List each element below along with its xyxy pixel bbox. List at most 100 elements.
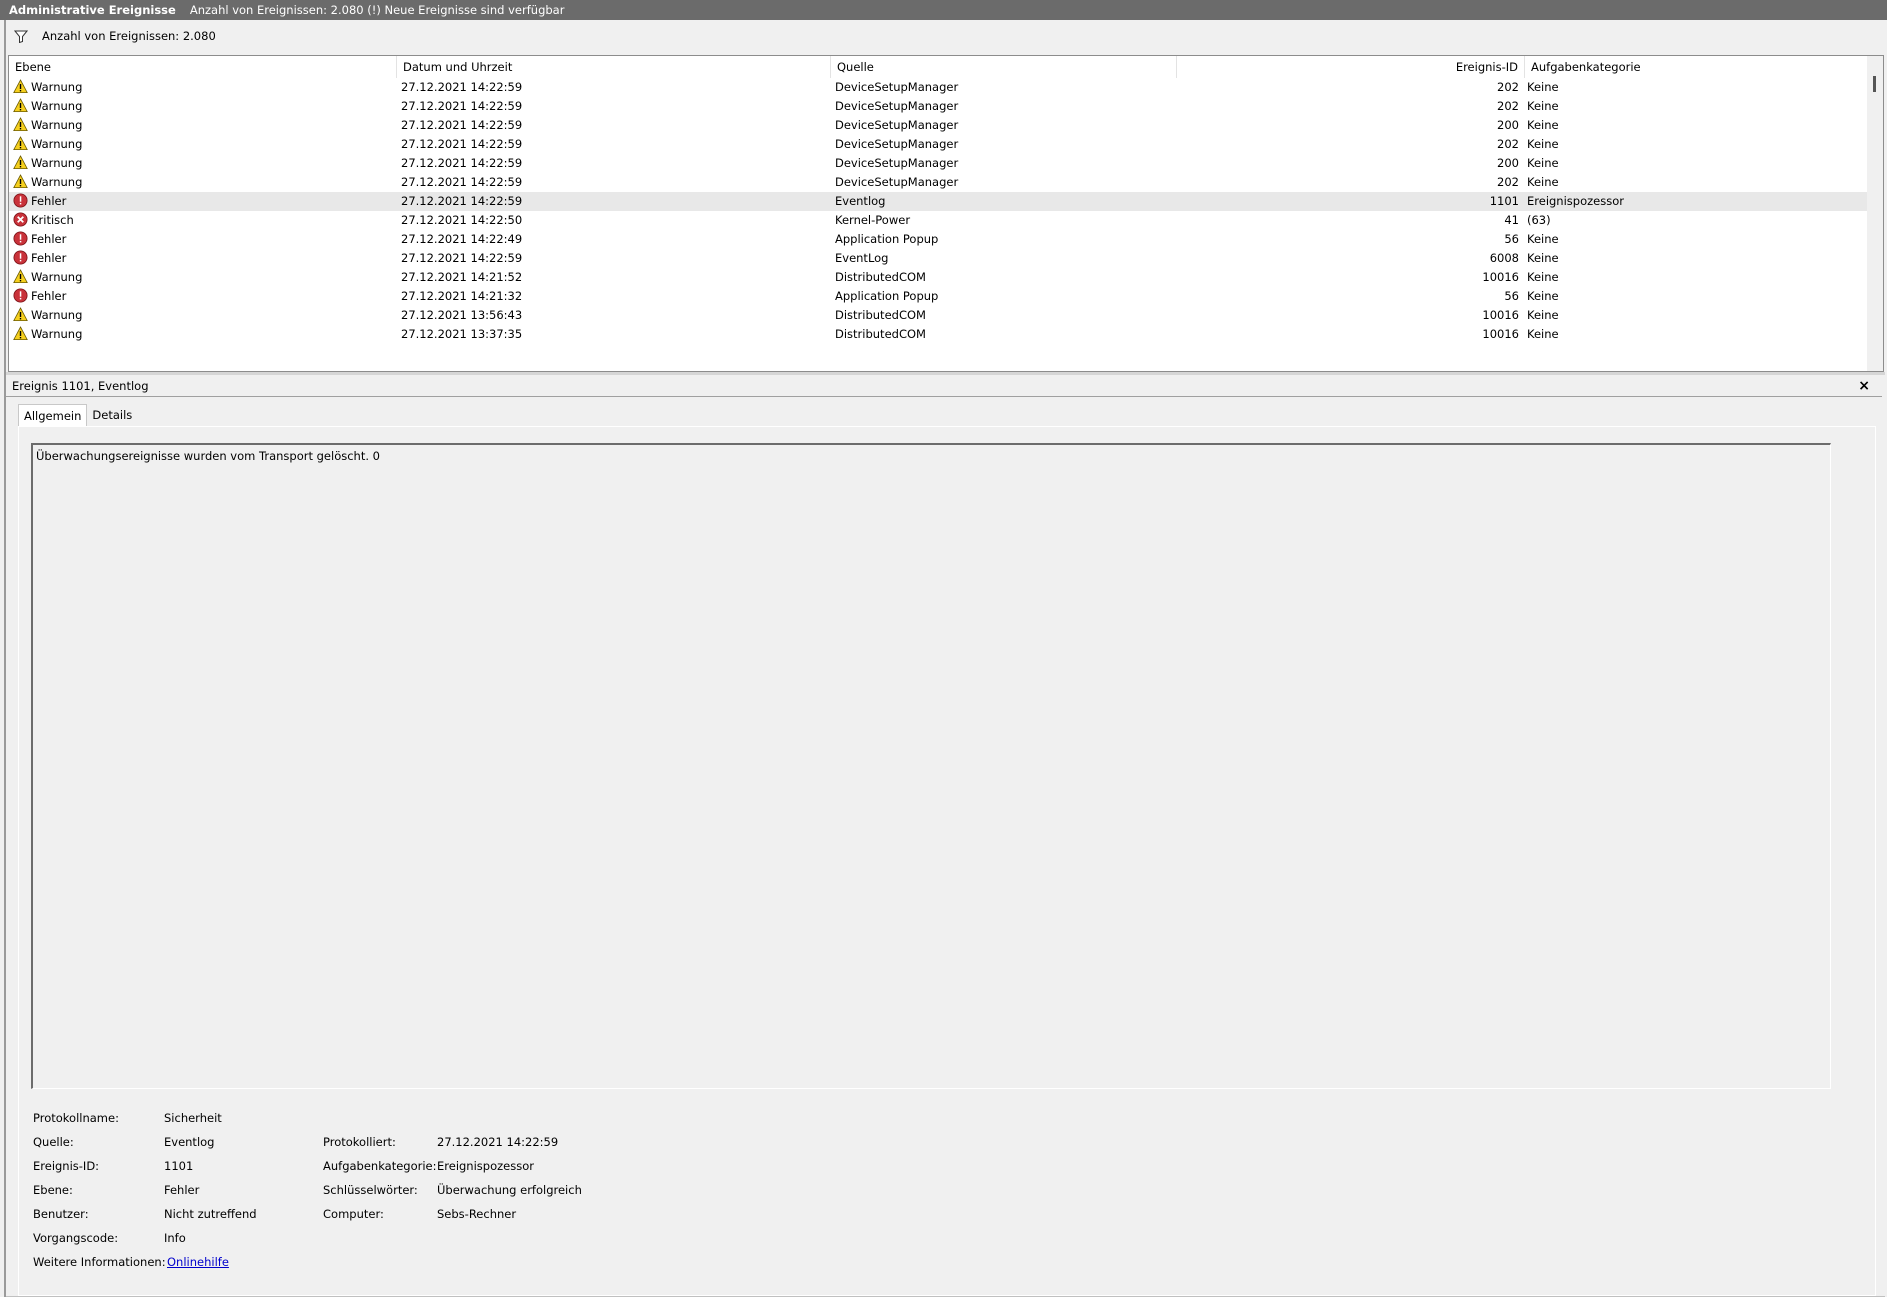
level-text: Fehler	[31, 232, 67, 246]
cell-datetime: 27.12.2021 14:22:59	[401, 118, 523, 132]
cell-task-category: Keine	[1527, 251, 1559, 265]
table-row[interactable]: Fehler 27.12.2021 14:22:49 Application Pop…	[9, 230, 1867, 249]
cell-task-category: (63)	[1527, 213, 1551, 227]
cell-source: Kernel-Power	[835, 213, 911, 227]
event-count-status: Anzahl von Ereignissen: 2.080 (!) Neue E…	[189, 3, 565, 17]
cell-source: DeviceSetupManager	[835, 137, 959, 151]
cell-source: DeviceSetupManager	[835, 80, 959, 94]
table-row[interactable]: Warnung 27.12.2021 13:37:35 DistributedCOM…	[9, 325, 1867, 344]
cell-task-category: Keine	[1527, 80, 1559, 94]
cell-level: Warnung	[13, 78, 393, 97]
event-id-value: 1101	[164, 1159, 194, 1173]
close-icon[interactable]: ×	[1858, 376, 1870, 396]
level-text: Warnung	[31, 137, 83, 151]
detail-tabs: Allgemein Details	[18, 404, 137, 427]
level-value: Fehler	[164, 1183, 200, 1197]
cell-event-id: 200	[1497, 118, 1519, 132]
source-label: Quelle:	[33, 1135, 74, 1149]
level-text: Warnung	[31, 99, 83, 113]
table-row[interactable]: Warnung 27.12.2021 14:22:59 DeviceSetupMan…	[9, 78, 1867, 97]
level-text: Fehler	[31, 194, 67, 208]
table-scrollbar[interactable]	[1867, 56, 1883, 371]
table-row[interactable]: Warnung 27.12.2021 14:22:59 DeviceSetupMan…	[9, 135, 1867, 154]
opcode-label: Vorgangscode:	[33, 1231, 119, 1245]
cell-level: Fehler	[13, 249, 393, 268]
cell-level: Warnung	[13, 154, 393, 173]
detail-header: Ereignis 1101, Eventlog ×	[6, 376, 1882, 397]
table-row[interactable]: Kritisch 27.12.2021 14:22:50 Kernel-Power 4…	[9, 211, 1867, 230]
cell-level: Warnung	[13, 306, 393, 325]
cell-source: DeviceSetupManager	[835, 99, 959, 113]
user-label: Benutzer:	[33, 1207, 89, 1221]
events-table[interactable]: Ebene Datum und Uhrzeit Quelle Ereignis-…	[8, 55, 1884, 372]
table-row[interactable]: Fehler 27.12.2021 14:22:59 Eventlog 1101 Ere…	[9, 192, 1867, 211]
warning-icon	[13, 269, 28, 283]
table-row[interactable]: Warnung 27.12.2021 13:56:43 DistributedCOM…	[9, 306, 1867, 325]
cell-task-category: Keine	[1527, 327, 1559, 341]
cell-level: Kritisch	[13, 211, 393, 230]
logged-value: 27.12.2021 14:22:59	[437, 1135, 559, 1149]
tab-general[interactable]: Allgemein	[18, 404, 88, 427]
computer-label: Computer:	[323, 1207, 384, 1221]
warning-icon	[13, 326, 28, 340]
table-row[interactable]: Warnung 27.12.2021 14:22:59 DeviceSetupMan…	[9, 116, 1867, 135]
task-category-label: Aufgabenkategorie:	[323, 1159, 437, 1173]
cell-datetime: 27.12.2021 14:22:59	[401, 99, 523, 113]
cell-datetime: 27.12.2021 14:22:50	[401, 213, 523, 227]
cell-event-id: 10016	[1482, 270, 1519, 284]
level-text: Warnung	[31, 175, 83, 189]
cell-event-id: 6008	[1489, 251, 1519, 265]
table-row[interactable]: Warnung 27.12.2021 14:22:59 DeviceSetupMan…	[9, 97, 1867, 116]
cell-level: Warnung	[13, 135, 393, 154]
cell-source: EventLog	[835, 251, 889, 265]
warning-icon	[13, 117, 28, 131]
cell-source: DistributedCOM	[835, 270, 926, 284]
table-row[interactable]: Fehler 27.12.2021 14:22:59 EventLog 6008 Kei…	[9, 249, 1867, 268]
online-help-link[interactable]: Onlinehilfe	[167, 1255, 229, 1269]
column-header-task-category[interactable]: Aufgabenkategorie	[1525, 56, 1867, 78]
column-header-level[interactable]: Ebene	[9, 56, 397, 78]
cell-datetime: 27.12.2021 14:22:59	[401, 194, 523, 208]
task-category-value: Ereignispozessor	[437, 1159, 534, 1173]
level-text: Warnung	[31, 80, 83, 94]
table-row[interactable]: Warnung 27.12.2021 14:21:52 DistributedCOM…	[9, 268, 1867, 287]
cell-source: DistributedCOM	[835, 327, 926, 341]
cell-event-id: 56	[1504, 289, 1519, 303]
cell-task-category: Keine	[1527, 99, 1559, 113]
error-icon	[13, 193, 28, 208]
cell-task-category: Ereignispozessor	[1527, 194, 1624, 208]
computer-value: Sebs-Rechner	[437, 1207, 517, 1221]
tab-details[interactable]: Details	[87, 404, 137, 426]
cell-source: Application Popup	[835, 232, 939, 246]
cell-datetime: 27.12.2021 14:21:52	[401, 270, 523, 284]
column-header-source[interactable]: Quelle	[831, 56, 1177, 78]
pane-splitter[interactable]	[6, 372, 1885, 375]
event-description[interactable]: Überwachungsereignisse wurden vom Transp…	[31, 443, 1831, 1089]
filter-icon[interactable]	[14, 30, 28, 43]
critical-icon	[13, 212, 28, 227]
scrollbar-thumb[interactable]	[1873, 76, 1876, 92]
cell-event-id: 202	[1497, 137, 1519, 151]
log-name-value: Sicherheit	[164, 1111, 222, 1125]
cell-datetime: 27.12.2021 14:22:59	[401, 156, 523, 170]
main-frame: Anzahl von Ereignissen: 2.080 Ebene Datu…	[4, 20, 1885, 1297]
logged-label: Protokolliert:	[323, 1135, 396, 1149]
view-title: Administrative Ereignisse	[9, 3, 176, 17]
error-icon	[13, 250, 28, 265]
cell-level: Warnung	[13, 97, 393, 116]
column-header-event-id[interactable]: Ereignis-ID	[1177, 56, 1525, 78]
cell-task-category: Keine	[1527, 232, 1559, 246]
cell-task-category: Keine	[1527, 270, 1559, 284]
table-row[interactable]: Warnung 27.12.2021 14:22:59 DeviceSetupMan…	[9, 154, 1867, 173]
table-row[interactable]: Warnung 27.12.2021 14:22:59 DeviceSetupMan…	[9, 173, 1867, 192]
level-text: Warnung	[31, 156, 83, 170]
cell-level: Warnung	[13, 173, 393, 192]
level-text: Warnung	[31, 308, 83, 322]
cell-level: Warnung	[13, 268, 393, 287]
cell-event-id: 200	[1497, 156, 1519, 170]
cell-datetime: 27.12.2021 14:22:59	[401, 175, 523, 189]
filter-bar: Anzahl von Ereignissen: 2.080	[6, 24, 1866, 48]
column-header-datetime[interactable]: Datum und Uhrzeit	[397, 56, 831, 78]
cell-task-category: Keine	[1527, 137, 1559, 151]
table-row[interactable]: Fehler 27.12.2021 14:21:32 Application Pop…	[9, 287, 1867, 306]
